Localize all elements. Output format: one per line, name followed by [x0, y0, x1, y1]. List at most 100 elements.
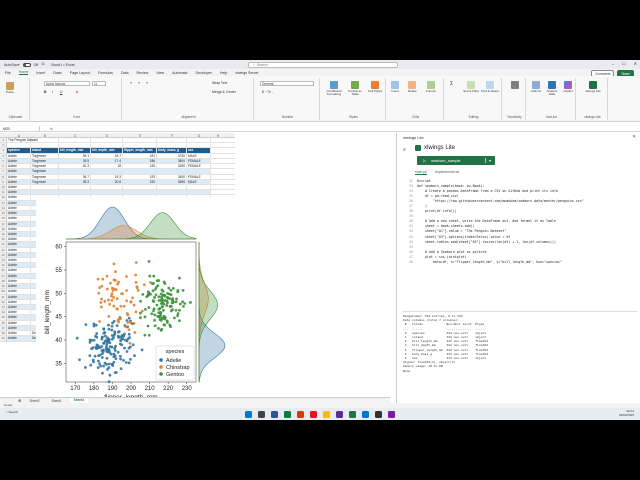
- cell[interactable]: [59, 169, 91, 174]
- align-bottom-icon[interactable]: ≡: [146, 81, 148, 85]
- format-as-table-button[interactable]: Format as Table: [345, 81, 365, 97]
- cell[interactable]: Adelie: [7, 252, 31, 258]
- cell[interactable]: [187, 143, 211, 148]
- cell[interactable]: [59, 190, 91, 195]
- row-number[interactable]: 9: [0, 179, 7, 184]
- row-number[interactable]: 7: [0, 169, 7, 174]
- conditional-formatting-button[interactable]: Conditional Formatting: [324, 81, 344, 97]
- row-number[interactable]: 4: [0, 153, 7, 158]
- row-number[interactable]: 13: [0, 200, 7, 205]
- cell-styles-button[interactable]: Cell Styles: [366, 81, 384, 93]
- italic-icon[interactable]: I: [52, 90, 53, 94]
- cell[interactable]: [31, 184, 59, 190]
- cell[interactable]: 3650: [157, 179, 187, 184]
- menu-insert[interactable]: Insert: [36, 71, 45, 75]
- cell[interactable]: flipper_length_mm: [123, 148, 157, 153]
- cell[interactable]: Torgersen: [31, 169, 59, 174]
- font-color-icon[interactable]: A: [76, 90, 78, 94]
- system-tray[interactable]: 20:01 03/02/2025: [619, 409, 634, 418]
- sort-filter-button[interactable]: Sort & Filter: [462, 81, 480, 93]
- insert-button[interactable]: Insert: [391, 81, 399, 93]
- row-number[interactable]: 6: [0, 164, 7, 169]
- taskbar-app-icon[interactable]: [297, 410, 304, 418]
- row-number[interactable]: 18: [0, 226, 7, 231]
- cell[interactable]: FEMALE: [187, 164, 211, 169]
- row-number[interactable]: 11: [0, 190, 7, 195]
- find-select-button[interactable]: Find & Select: [481, 81, 499, 93]
- merge-center-button[interactable]: Merge & Center: [212, 90, 236, 94]
- taskbar-app-icon[interactable]: [375, 410, 382, 418]
- cell[interactable]: 186: [123, 158, 157, 164]
- cell[interactable]: Adelie: [7, 305, 31, 310]
- menu-xlwings-server[interactable]: xlwings Server: [235, 71, 258, 75]
- taskbar-app-icon[interactable]: [310, 410, 317, 418]
- row-number[interactable]: 35: [0, 315, 7, 320]
- search-box[interactable]: ⌕ Search: [248, 61, 398, 68]
- cell[interactable]: 36.7: [59, 174, 91, 179]
- taskbar-app-icon[interactable]: [349, 410, 356, 418]
- sensitivity-button[interactable]: [506, 81, 524, 90]
- seaborn-jointplot[interactable]: 170180190200210220230354045505560flipper…: [36, 197, 236, 420]
- autosave-toggle[interactable]: [22, 62, 31, 67]
- cell[interactable]: Adelie: [7, 200, 31, 205]
- row-number[interactable]: 28: [0, 278, 7, 284]
- cell[interactable]: [187, 190, 211, 195]
- underline-icon[interactable]: U: [60, 90, 62, 94]
- cell[interactable]: 193: [123, 174, 157, 179]
- autosum-icon[interactable]: Σ: [450, 81, 453, 87]
- cell[interactable]: [123, 138, 157, 143]
- cell[interactable]: 39.3: [59, 179, 91, 184]
- menu-data[interactable]: Data: [121, 71, 129, 75]
- cell[interactable]: [91, 138, 123, 143]
- row-number[interactable]: 2: [0, 143, 7, 148]
- row-number[interactable]: 16: [0, 216, 7, 221]
- row-number[interactable]: 12: [0, 195, 7, 200]
- row-number[interactable]: 8: [0, 174, 7, 179]
- taskbar-app-icon[interactable]: [271, 410, 278, 418]
- cell[interactable]: [91, 184, 123, 190]
- cell[interactable]: Adelie: [7, 231, 31, 237]
- row-number[interactable]: 24: [0, 258, 7, 263]
- fx-icon[interactable]: fx: [50, 127, 53, 131]
- editor-tab[interactable]: requirements.txt: [435, 170, 459, 175]
- cell[interactable]: Adelie: [7, 179, 31, 184]
- cell[interactable]: 17.4: [91, 158, 123, 164]
- cell[interactable]: 18: [91, 164, 123, 169]
- cell[interactable]: Torgersen: [31, 153, 59, 158]
- row-number[interactable]: 30: [0, 289, 7, 294]
- cell[interactable]: [123, 143, 157, 148]
- maximize-icon[interactable]: ☐: [622, 61, 626, 66]
- cell[interactable]: Adelie: [7, 325, 31, 331]
- cell[interactable]: bill_length_mm: [59, 148, 91, 153]
- cell[interactable]: Torgersen: [31, 158, 59, 164]
- row-number[interactable]: 20: [0, 237, 7, 242]
- column-header[interactable]: A: [7, 134, 31, 138]
- cell[interactable]: Adelie: [7, 263, 31, 268]
- row-number[interactable]: 26: [0, 268, 7, 273]
- cell[interactable]: Torgersen: [31, 174, 59, 179]
- cell[interactable]: Adelie: [7, 221, 31, 226]
- cell[interactable]: The Penguin Dataset: [7, 138, 38, 143]
- cell[interactable]: [91, 169, 123, 174]
- column-header[interactable]: D: [91, 134, 123, 138]
- row-number[interactable]: 38: [0, 331, 7, 336]
- row-number[interactable]: 32: [0, 299, 7, 304]
- cell[interactable]: Adelie: [7, 190, 31, 195]
- row-number[interactable]: 25: [0, 263, 7, 268]
- column-header[interactable]: H: [211, 134, 225, 138]
- cell[interactable]: Adelie: [7, 294, 31, 299]
- cell[interactable]: Adelie: [7, 289, 31, 294]
- taskbar-search[interactable]: ⌕ Search: [6, 410, 18, 414]
- cell[interactable]: 195: [123, 164, 157, 169]
- code-editor[interactable]: 32 @script 33 def seaborn_sample(book: xw.B…: [403, 179, 633, 307]
- row-number[interactable]: 10: [0, 184, 7, 190]
- chevron-down-icon[interactable]: ▾: [484, 158, 495, 163]
- cell[interactable]: Adelie: [7, 268, 31, 273]
- cell[interactable]: [7, 143, 31, 148]
- taskbar-app-icon[interactable]: [336, 410, 343, 418]
- cell[interactable]: Adelie: [7, 195, 31, 200]
- cell[interactable]: [123, 190, 157, 195]
- cell[interactable]: [157, 190, 187, 195]
- pane-close-icon[interactable]: ✕: [632, 134, 636, 140]
- cell[interactable]: 190: [123, 179, 157, 184]
